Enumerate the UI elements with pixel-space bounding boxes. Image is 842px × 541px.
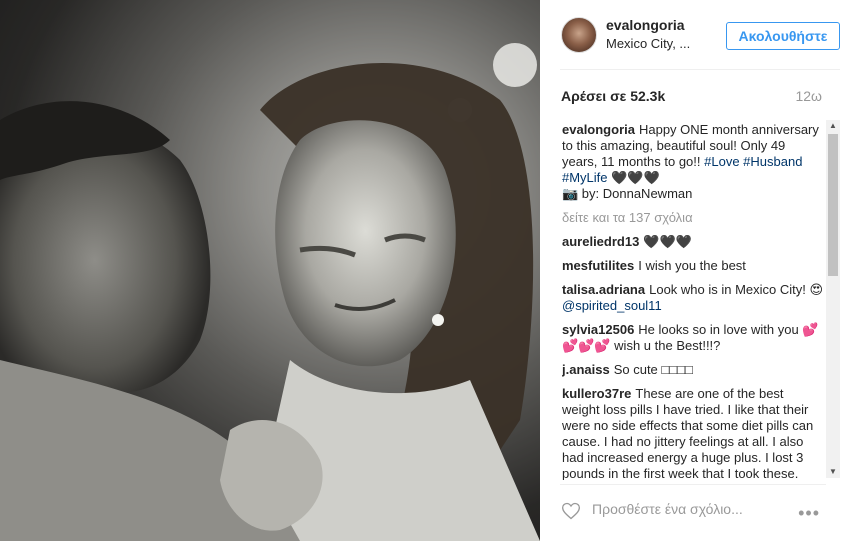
comment-bar: Προσθέστε ένα σχόλιο... ••• — [560, 484, 826, 541]
likes-row: Αρέσει σε 52.3k 12ω — [560, 88, 822, 108]
comment-username[interactable]: j.anaiss — [562, 362, 610, 377]
comment-item: kullero37re These are one of the best wei… — [562, 386, 824, 480]
comment-username[interactable]: talisa.adriana — [562, 282, 645, 297]
follow-button[interactable]: Ακολουθήστε — [726, 22, 840, 50]
scroll-up-arrow-icon[interactable]: ▲ — [826, 120, 840, 132]
caption-hearts: 🖤🖤🖤 — [611, 170, 660, 185]
comment-text: Look who is in Mexico City! 😍 — [649, 282, 824, 297]
comment-item: j.anaiss So cute □□□□ — [562, 362, 824, 378]
comment-mention[interactable]: @spirited_soul11 — [562, 298, 662, 313]
heart-icon[interactable] — [561, 501, 581, 521]
location-link[interactable]: Mexico City, ... — [606, 36, 690, 51]
username-link[interactable]: evalongoria — [606, 17, 685, 33]
comment-item: sylvia12506 He looks so in love with you … — [562, 322, 824, 354]
caption-username[interactable]: evalongoria — [562, 122, 635, 137]
photo-illustration — [0, 0, 540, 541]
scroll-down-arrow-icon[interactable]: ▼ — [826, 466, 840, 478]
comments-list[interactable]: evalongoria Happy ONE month anniversary t… — [562, 122, 824, 480]
comment-text: 🖤🖤🖤 — [643, 234, 692, 249]
post-photo[interactable] — [0, 0, 540, 541]
caption-credit: 📷 by: DonnaNewman — [562, 186, 693, 201]
comment-username[interactable]: aureliedrd13 — [562, 234, 639, 249]
likes-count[interactable]: Αρέσει σε 52.3k — [561, 88, 665, 104]
comment-text: So cute □□□□ — [613, 362, 693, 377]
add-comment-input[interactable]: Προσθέστε ένα σχόλιο... — [592, 501, 743, 517]
view-all-comments-link[interactable]: δείτε και τα 137 σχόλια — [562, 210, 824, 226]
comment-username[interactable]: mesfutilites — [562, 258, 634, 273]
scroll-thumb[interactable] — [828, 134, 838, 276]
caption: evalongoria Happy ONE month anniversary t… — [562, 122, 824, 202]
comment-username[interactable]: kullero37re — [562, 386, 631, 401]
comment-item: mesfutilites I wish you the best — [562, 258, 824, 274]
comment-username[interactable]: sylvia12506 — [562, 322, 634, 337]
more-options-icon[interactable]: ••• — [798, 503, 820, 524]
comment-text: I wish you the best — [638, 258, 746, 273]
avatar[interactable] — [561, 17, 597, 53]
comments-scrollbar[interactable]: ▲ ▼ — [826, 120, 840, 478]
post-header: evalongoria Mexico City, ... Ακολουθήστε — [560, 0, 840, 70]
comment-item: aureliedrd13 🖤🖤🖤 — [562, 234, 824, 250]
post-time[interactable]: 12ω — [795, 88, 822, 104]
comment-item: talisa.adriana Look who is in Mexico City… — [562, 282, 824, 314]
